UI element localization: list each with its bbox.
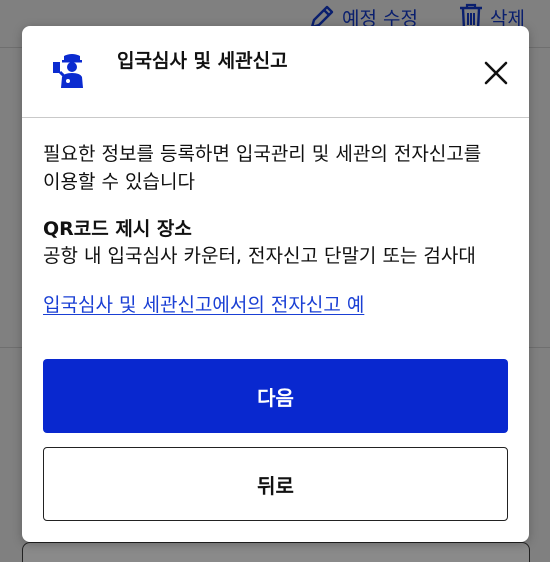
back-button[interactable]: 뒤로	[43, 447, 508, 521]
e-declaration-example-link[interactable]: 입국심사 및 세관신고에서의 전자신고 예	[43, 292, 364, 318]
modal-header: 입국심사 및 세관신고	[22, 26, 529, 118]
qr-location-description: 공항 내 입국심사 카운터, 전자신고 단말기 또는 검사대	[43, 245, 476, 267]
intro-line: 이용할 수 있습니다	[43, 171, 195, 193]
intro-text: 필요한 정보를 등록하면 입국관리 및 세관의 전자신고를 이용할 수 있습니다	[43, 140, 513, 196]
close-button[interactable]	[482, 59, 510, 87]
modal-title: 입국심사 및 세관신고	[117, 50, 288, 72]
close-icon	[484, 61, 508, 85]
qr-location-heading: QR코드 제시 장소	[43, 218, 192, 240]
immigration-officer-icon	[53, 54, 83, 88]
modal-body: 필요한 정보를 등록하면 입국관리 및 세관의 전자신고를 이용할 수 있습니다…	[43, 140, 513, 318]
intro-line: 필요한 정보를 등록하면 입국관리 및 세관의 전자신고를	[43, 143, 482, 165]
background-card	[22, 542, 530, 562]
immigration-customs-modal: 입국심사 및 세관신고 필요한 정보를 등록하면 입국관리 및 세관의 전자신고…	[22, 26, 529, 542]
next-button[interactable]: 다음	[43, 359, 508, 433]
